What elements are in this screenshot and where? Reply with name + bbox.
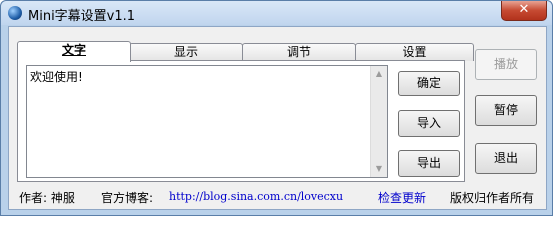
close-icon: ✕ [518,2,530,17]
client-area: 文字 显示 调节 设置 欢迎使用! ▲ ▼ 确定 导入 导出 播放 暂停 退出 … [8,26,547,210]
tab-settings-label: 设置 [402,45,427,59]
blog-label: 官方博客: [101,191,154,205]
tab-adjust[interactable]: 调节 [242,43,356,61]
vertical-scrollbar[interactable]: ▲ ▼ [370,66,387,177]
subtitle-text-area[interactable]: 欢迎使用! ▲ ▼ [26,65,388,178]
play-button[interactable]: 播放 [475,49,537,80]
app-icon [8,6,22,20]
scroll-down-icon[interactable]: ▼ [371,161,387,177]
tab-settings[interactable]: 设置 [355,43,474,61]
confirm-button[interactable]: 确定 [398,71,460,96]
title-bar[interactable]: Mini字幕设置v1.1 ✕ [1,1,552,25]
tab-display[interactable]: 显示 [129,43,243,61]
tab-text[interactable]: 文字 [17,41,131,62]
subtitle-text: 欢迎使用! [30,70,83,84]
tab-text-label: 文字 [61,43,86,57]
import-button[interactable]: 导入 [398,110,460,137]
scroll-up-icon[interactable]: ▲ [371,66,387,82]
check-update-link[interactable]: 检查更新 [378,189,426,206]
quit-button[interactable]: 退出 [475,143,537,174]
close-button[interactable]: ✕ [501,1,547,21]
main-window: Mini字幕设置v1.1 ✕ 文字 显示 调节 设置 欢迎使用! ▲ ▼ 确定 … [0,0,553,216]
export-button[interactable]: 导出 [398,150,460,177]
window-title: Mini字幕设置v1.1 [28,9,136,24]
tab-panel: 欢迎使用! ▲ ▼ 确定 导入 导出 [17,60,465,182]
tab-display-label: 显示 [173,45,198,59]
pause-button[interactable]: 暂停 [475,95,537,126]
tab-adjust-label: 调节 [286,45,311,59]
blog-link[interactable]: http://blog.sina.com.cn/lovecxu [169,190,343,203]
tab-strip: 文字 显示 调节 设置 [17,41,474,62]
author-label: 作者: 神服 [19,191,75,205]
copyright-label: 版权归作者所有 [450,191,535,205]
